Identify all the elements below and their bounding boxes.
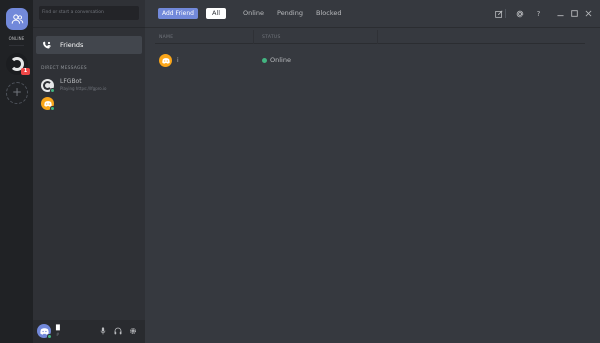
friends-table-header: NAME STATUS — [155, 30, 585, 44]
column-header-name[interactable]: NAME — [159, 35, 173, 40]
discord-logo-icon — [161, 57, 170, 64]
username: █ — [56, 325, 60, 331]
microphone-icon[interactable] — [99, 327, 107, 335]
maximize-icon[interactable] — [570, 9, 579, 18]
home-button[interactable] — [6, 8, 28, 30]
sidebar-divider — [33, 27, 145, 28]
dm-name: LFGBot — [60, 78, 82, 85]
add-friend-button[interactable]: Add Friend — [158, 8, 198, 19]
close-icon[interactable] — [584, 9, 593, 18]
friends-icon — [11, 13, 23, 24]
dm-item-lfgbot[interactable]: LFGBot Playing https://lfgpro.io — [41, 77, 141, 95]
online-status-icon — [50, 106, 55, 111]
friend-avatar — [159, 54, 172, 67]
help-icon[interactable]: ? — [534, 9, 543, 18]
tab-pending[interactable]: Pending — [277, 8, 303, 19]
table-row[interactable]: i Online — [155, 52, 585, 70]
search-input[interactable]: Find or start a conversation — [39, 6, 139, 20]
plus-icon: + — [11, 85, 23, 99]
server-rail: ONLINE 1 + — [0, 0, 33, 343]
online-status-icon — [47, 334, 52, 339]
user-tag: # — [56, 332, 60, 337]
friend-name: i — [177, 57, 179, 64]
phone-friends-icon — [43, 41, 51, 48]
tab-online[interactable]: Online — [243, 8, 264, 19]
column-divider — [377, 30, 378, 44]
toolbar-divider — [505, 9, 506, 18]
online-status-icon — [262, 58, 267, 63]
new-group-dm-icon[interactable] — [494, 9, 503, 18]
top-toolbar: Add Friend All Online Pending Blocked ? — [145, 0, 600, 28]
mention-badge: 1 — [21, 68, 30, 75]
user-panel: █ # — [33, 320, 145, 343]
friends-main: Add Friend All Online Pending Blocked ? — [145, 0, 600, 343]
question-mark-glyph: ? — [536, 9, 541, 18]
dm-activity: Playing https://lfgpro.io — [60, 86, 107, 91]
dm-item[interactable] — [41, 95, 141, 113]
rail-divider — [9, 45, 24, 46]
tab-blocked[interactable]: Blocked — [316, 8, 341, 19]
minimize-icon[interactable] — [556, 9, 565, 18]
dm-sidebar: Find or start a conversation Friends DIR… — [33, 0, 145, 343]
gear-icon[interactable] — [129, 327, 137, 335]
friend-status: Online — [270, 56, 291, 64]
headphones-icon[interactable] — [114, 327, 122, 335]
friends-nav-item[interactable]: Friends — [36, 36, 142, 54]
friends-label: Friends — [60, 41, 84, 49]
tab-all[interactable]: All — [206, 8, 227, 19]
dm-section-header: DIRECT MESSAGES — [41, 66, 87, 71]
app-window: ONLINE 1 + Find or start a conversation … — [0, 0, 600, 343]
online-count-label: ONLINE — [8, 36, 25, 41]
add-server-button[interactable]: + — [6, 82, 28, 104]
column-divider — [253, 30, 254, 44]
online-status-icon — [50, 88, 55, 93]
column-header-status[interactable]: STATUS — [262, 35, 281, 40]
mentions-icon[interactable] — [515, 9, 524, 18]
